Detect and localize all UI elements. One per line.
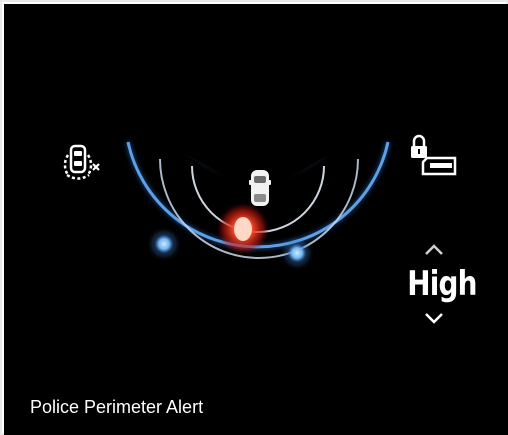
sensitivity-level: High xyxy=(407,264,477,304)
detection-marker-right xyxy=(284,240,310,266)
vehicle-icon xyxy=(249,170,271,206)
display-frame: High Police Perimeter Alert xyxy=(0,0,508,435)
vehicle-proximity-icon[interactable] xyxy=(58,142,108,182)
chevron-down-icon[interactable] xyxy=(421,310,447,326)
intrusion-alert-marker xyxy=(217,203,269,255)
perimeter-alert-screen: High Police Perimeter Alert xyxy=(4,4,508,435)
screen-caption: Police Perimeter Alert xyxy=(30,397,204,417)
chevron-up-icon[interactable] xyxy=(421,242,447,258)
lock-door-icon[interactable] xyxy=(409,134,461,178)
detection-marker-left xyxy=(151,231,177,257)
perimeter-radar xyxy=(125,141,391,266)
